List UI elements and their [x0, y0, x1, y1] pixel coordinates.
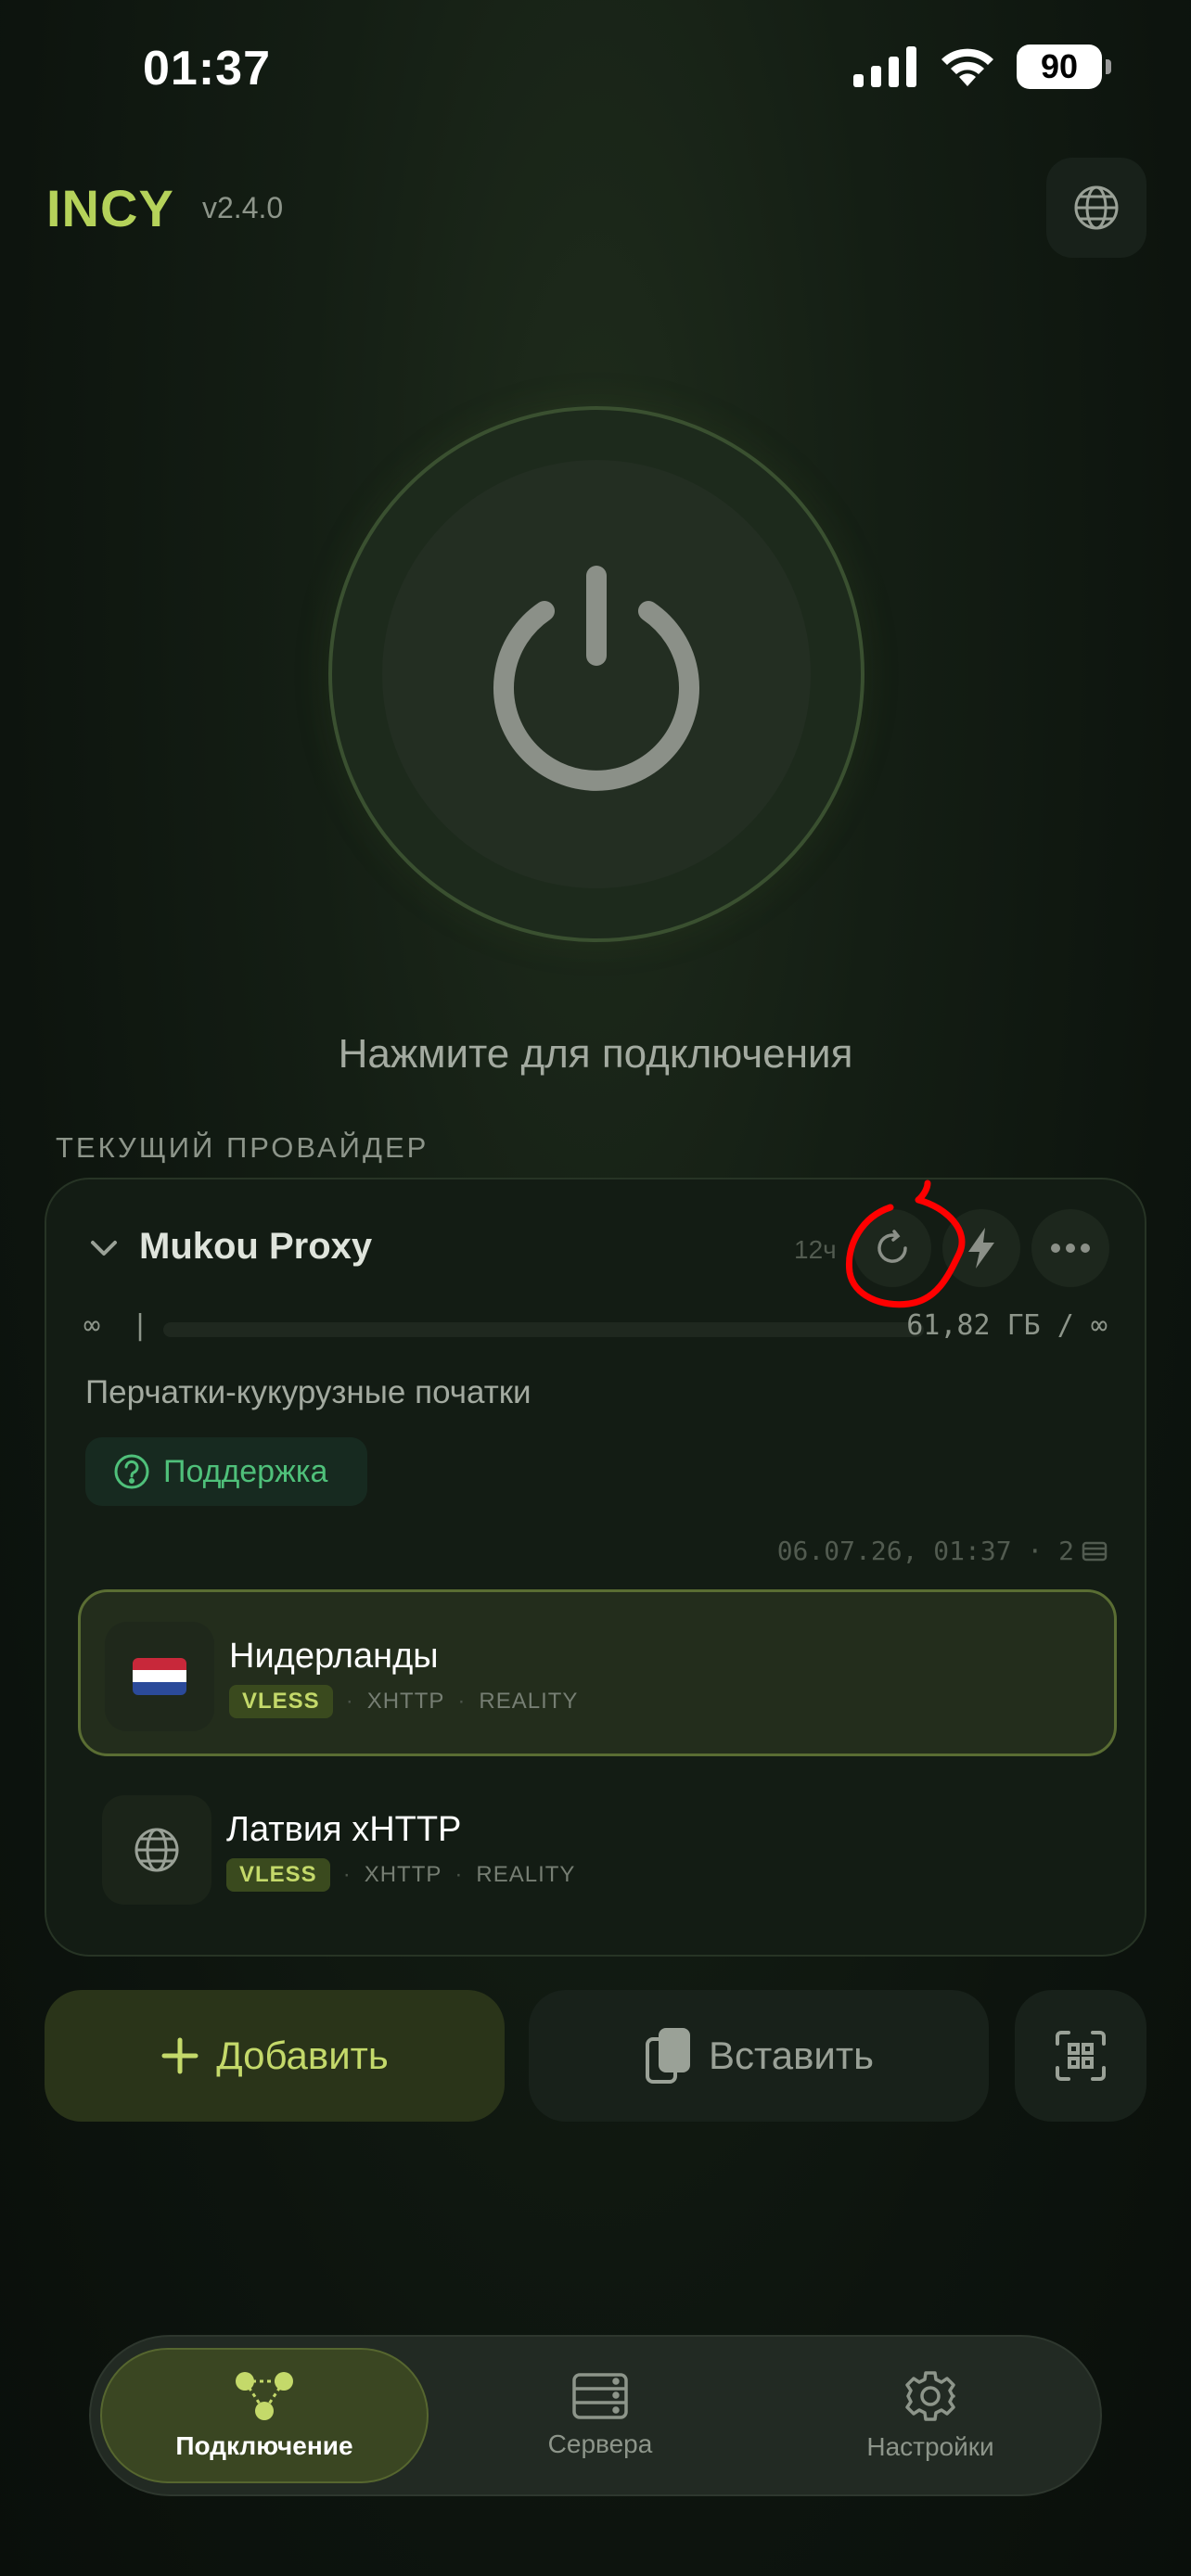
tab-servers-label: Сервера	[547, 2429, 653, 2458]
tab-settings[interactable]: Настройки	[768, 2337, 1093, 2494]
annotation-circle	[845, 1180, 966, 1308]
tab-servers[interactable]: Сервера	[438, 2337, 762, 2494]
screen: 01:37 90 INCY v2.4.0 Нажмите для подключ…	[0, 0, 1191, 2576]
support-button[interactable]: Поддержка	[85, 1437, 367, 1506]
question-circle-icon	[114, 1454, 149, 1489]
power-button-inner	[382, 460, 811, 888]
server-item-latvia[interactable]: Латвия xHTTP VLESS · XHTTP · REALITY	[78, 1766, 1117, 1932]
paste-button[interactable]: Вставить	[529, 1990, 989, 2122]
tag-dot: ·	[345, 1689, 354, 1714]
more-icon	[1051, 1243, 1090, 1253]
chevron-down-icon	[91, 1241, 117, 1256]
traffic-usage: 61,82 ГБ / ∞	[906, 1309, 1108, 1342]
paste-button-label: Вставить	[708, 2034, 875, 2077]
traffic-progress-bar	[163, 1322, 924, 1337]
status-time: 01:37	[143, 42, 271, 96]
provider-section-label: ТЕКУЩИЙ ПРОВАЙДЕР	[56, 1131, 429, 1164]
server-tags: VLESS · XHTTP · REALITY	[226, 1858, 575, 1892]
server-count-icon	[1082, 1541, 1108, 1561]
server-tags: VLESS · XHTTP · REALITY	[229, 1685, 578, 1718]
traffic-separator: |	[132, 1309, 149, 1342]
provider-updated-text: 06.07.26, 01:37 · 2	[776, 1536, 1074, 1566]
power-button[interactable]	[328, 406, 864, 942]
qr-scan-icon	[1056, 2031, 1106, 2081]
protocol-badge: VLESS	[226, 1858, 330, 1892]
add-button-label: Добавить	[216, 2034, 389, 2077]
tab-connection[interactable]: Подключение	[100, 2337, 429, 2494]
scan-qr-button[interactable]	[1015, 1990, 1146, 2122]
globe-icon	[134, 1828, 179, 1872]
status-indicators: 90	[853, 45, 1111, 89]
support-label: Поддержка	[163, 1453, 328, 1489]
tag-dot: ·	[455, 1862, 464, 1887]
server-name: Латвия xHTTP	[226, 1810, 462, 1849]
provider-update-interval: 12ч	[794, 1235, 837, 1264]
transport-tag: XHTTP	[366, 1689, 445, 1714]
tag-dot: ·	[457, 1689, 467, 1714]
bottom-nav: Подключение Сервера Настройки	[89, 2335, 1102, 2496]
transport-tag: XHTTP	[364, 1862, 442, 1887]
protocol-badge: VLESS	[229, 1685, 333, 1718]
plus-icon	[161, 2037, 198, 2074]
gear-icon	[905, 2371, 955, 2421]
app-version: v2.4.0	[202, 191, 284, 224]
tag-dot: ·	[342, 1862, 352, 1887]
globe-icon	[1074, 185, 1119, 230]
provider-updated-info: 06.07.26, 01:37 · 2	[777, 1536, 1108, 1566]
battery-indicator: 90	[1017, 45, 1111, 89]
cellular-signal-icon	[853, 46, 916, 87]
netherlands-flag-icon	[133, 1658, 186, 1695]
tab-connection-label: Подключение	[175, 2431, 353, 2460]
provider-name: Mukou Proxy	[139, 1226, 373, 1267]
servers-icon	[572, 2373, 628, 2419]
connection-nodes-icon	[236, 2372, 293, 2420]
clipboard-icon	[645, 2028, 690, 2084]
server-name: Нидерланды	[229, 1637, 439, 1676]
server-item-netherlands[interactable]: Нидерланды VLESS · XHTTP · REALITY	[78, 1589, 1117, 1756]
tab-settings-label: Настройки	[866, 2432, 994, 2461]
power-icon	[493, 566, 699, 791]
app-logo: INCY	[46, 179, 174, 237]
add-button[interactable]: Добавить	[45, 1990, 505, 2122]
connect-hint: Нажмите для подключения	[338, 1031, 853, 1077]
security-tag: REALITY	[479, 1689, 579, 1714]
language-button[interactable]	[1046, 158, 1146, 258]
wifi-icon	[941, 48, 993, 86]
collapse-toggle[interactable]	[85, 1230, 122, 1271]
more-button[interactable]	[1031, 1209, 1109, 1287]
security-tag: REALITY	[476, 1862, 576, 1887]
server-flag	[102, 1795, 211, 1905]
provider-card: Mukou Proxy 12ч ∞ | 61,82 ГБ / ∞ Перчатк…	[45, 1178, 1146, 1957]
provider-description: Перчатки-кукурузные початки	[85, 1374, 531, 1410]
server-flag	[105, 1622, 214, 1731]
traffic-limit-left: ∞	[83, 1309, 101, 1342]
